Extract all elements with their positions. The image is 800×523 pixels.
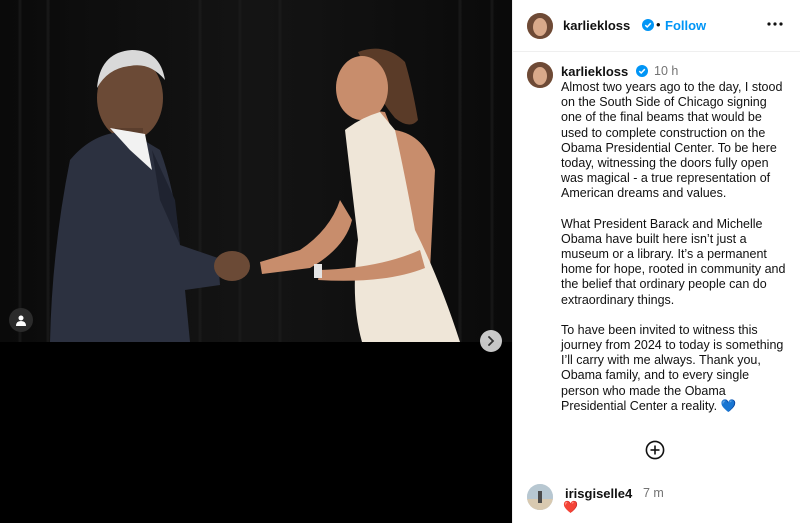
caption-paragraph: What President Barack and Michelle Obama… bbox=[561, 216, 786, 307]
caption-timestamp[interactable]: 10 h bbox=[654, 64, 678, 78]
separator-dot: • bbox=[656, 17, 661, 32]
post-details-panel: karliekloss • Follow karliekloss 10 h Al… bbox=[512, 0, 800, 523]
avatar-image bbox=[527, 13, 553, 39]
commenter-avatar[interactable] bbox=[527, 484, 553, 510]
next-image-button[interactable] bbox=[480, 330, 502, 352]
user-tag-button[interactable] bbox=[9, 308, 33, 332]
caption-author-avatar[interactable] bbox=[527, 62, 553, 88]
post-photo[interactable] bbox=[0, 0, 512, 342]
follow-button[interactable]: Follow bbox=[665, 18, 706, 33]
more-options-icon[interactable] bbox=[767, 16, 783, 32]
caption-paragraph: Almost two years ago to the day, I stood… bbox=[561, 80, 783, 201]
chevron-right-icon bbox=[488, 336, 495, 346]
user-tag-icon bbox=[16, 315, 26, 326]
commenter-username[interactable]: irisgiselle4 bbox=[565, 486, 632, 501]
author-username[interactable]: karliekloss bbox=[563, 18, 630, 33]
post-header: karliekloss • Follow bbox=[513, 0, 800, 52]
avatar-image bbox=[527, 484, 553, 510]
add-circle-icon[interactable] bbox=[645, 440, 665, 460]
caption-text: Almost two years ago to the day, I stood… bbox=[561, 80, 789, 414]
verified-badge-icon bbox=[636, 65, 648, 77]
caption-username[interactable]: karliekloss bbox=[561, 64, 628, 79]
caption-paragraph: To have been invited to witness this jou… bbox=[561, 322, 784, 413]
post-media bbox=[0, 0, 512, 523]
comment-text: ❤️ bbox=[563, 500, 578, 514]
avatar-image bbox=[527, 62, 553, 88]
author-avatar[interactable] bbox=[527, 13, 553, 39]
verified-badge-icon bbox=[642, 19, 654, 31]
comment-timestamp[interactable]: 7 m bbox=[643, 486, 664, 500]
